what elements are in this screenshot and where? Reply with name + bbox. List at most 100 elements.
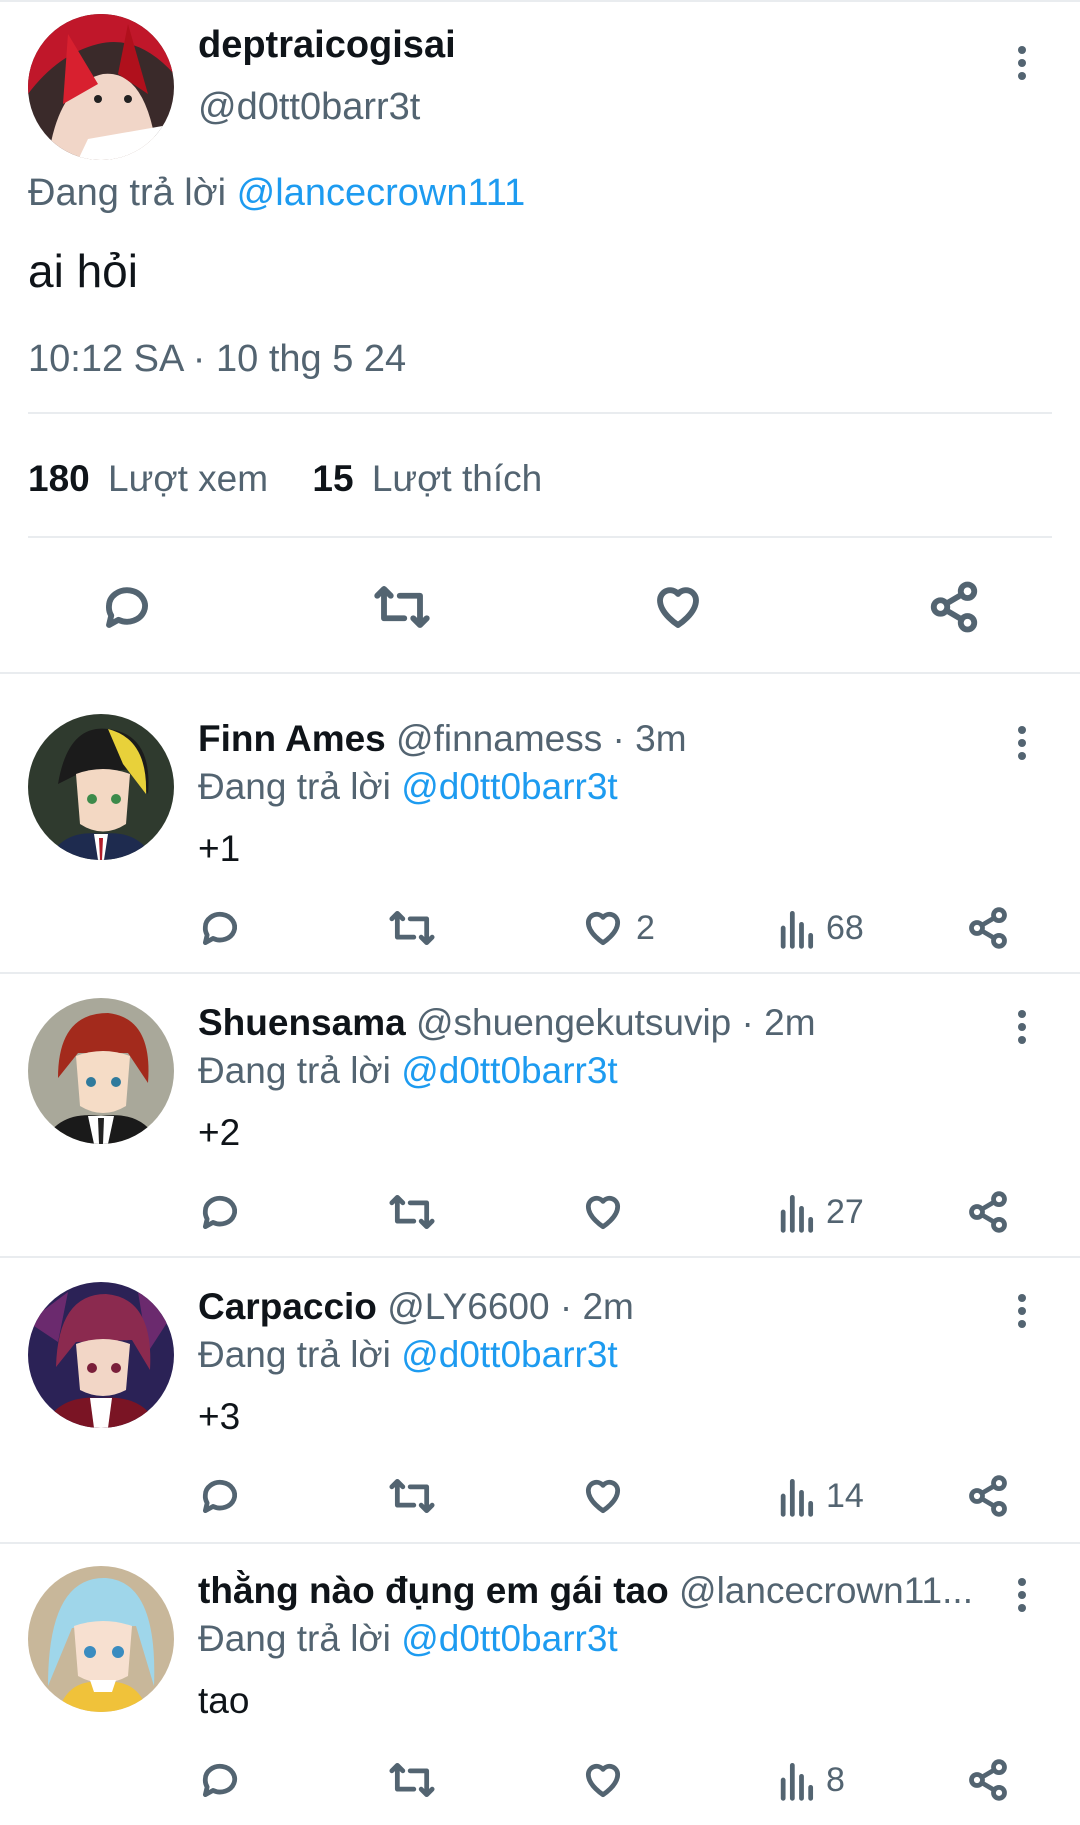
reply-text: +2 (198, 1112, 241, 1153)
avatar[interactable] (28, 1282, 174, 1428)
replying-to-link[interactable]: @d0tt0barr3t (401, 1618, 618, 1659)
reply-display-name[interactable]: Finn Ames (198, 718, 386, 759)
views-count: 180 (28, 458, 90, 499)
replying-prefix: Đang trả lời (198, 766, 391, 807)
reply-meta[interactable]: @shuengekutsuvip · 2m (416, 1002, 816, 1043)
divider (28, 412, 1052, 414)
like-button[interactable] (580, 1474, 626, 1518)
reply-header: thằng nào đụng em gái tao @lancecrown11.… (198, 1570, 988, 1612)
reply-meta[interactable]: @lancecrown11... (679, 1570, 973, 1611)
retweet-icon (389, 910, 435, 946)
divider (0, 1542, 1080, 1544)
share-icon (930, 581, 978, 633)
section-divider (0, 672, 1080, 674)
avatar[interactable] (28, 998, 174, 1144)
reply-icon (202, 911, 237, 946)
replying-prefix: Đang trả lời (198, 1334, 391, 1375)
reply-icon (106, 587, 148, 628)
like-icon (585, 1195, 621, 1230)
reply-meta[interactable]: @finnamess · 3m (396, 718, 686, 759)
replying-to-line: Đang trả lời @d0tt0barr3t (198, 1050, 618, 1092)
share-button[interactable] (966, 1758, 1010, 1802)
reply-text: tao (198, 1680, 250, 1721)
more-icon[interactable] (1012, 1006, 1032, 1046)
replying-prefix: Đang trả lời (198, 1050, 391, 1091)
reply-display-name[interactable]: thằng nào đụng em gái tao (198, 1570, 669, 1611)
retweet-button[interactable] (386, 1758, 438, 1802)
share-button[interactable] (926, 580, 982, 634)
reply-text: +1 (198, 828, 241, 869)
retweet-button[interactable] (386, 1474, 438, 1518)
retweet-button[interactable] (370, 580, 434, 634)
like-button[interactable] (580, 1758, 626, 1802)
replying-to-link[interactable]: @d0tt0barr3t (401, 1050, 618, 1091)
reply-display-name[interactable]: Carpaccio (198, 1286, 377, 1327)
more-icon[interactable] (1012, 1290, 1032, 1330)
retweet-icon (389, 1194, 435, 1230)
reply-button[interactable] (198, 1474, 242, 1518)
avatar[interactable] (28, 1566, 174, 1712)
likes-label[interactable]: Lượt thích (372, 458, 542, 499)
views-icon (780, 910, 814, 949)
tweet-timestamp[interactable]: 10:12 SA · 10 thg 5 24 (28, 338, 406, 381)
view-count: 14 (826, 1476, 864, 1515)
replying-to-line: Đang trả lời @d0tt0barr3t (198, 1334, 618, 1376)
avatar[interactable] (28, 714, 174, 860)
view-count: 27 (826, 1192, 864, 1231)
reply-icon (202, 1195, 237, 1230)
views-button[interactable]: 8 (776, 1758, 845, 1802)
reply-icon (202, 1479, 237, 1514)
more-icon[interactable] (1012, 722, 1032, 762)
retweet-button[interactable] (386, 1190, 438, 1234)
views-icon (780, 1762, 814, 1801)
like-icon (585, 911, 621, 946)
more-icon[interactable] (1012, 1574, 1032, 1614)
views-button[interactable]: 27 (776, 1190, 864, 1234)
likes-count[interactable]: 15 (312, 458, 353, 499)
retweet-button[interactable] (386, 906, 438, 950)
replying-prefix: Đang trả lời (198, 1618, 391, 1659)
replying-to-link[interactable]: @lancecrown111 (237, 172, 526, 214)
retweet-icon (389, 1762, 435, 1798)
author-avatar[interactable] (28, 14, 174, 160)
author-handle[interactable]: @d0tt0barr3t (198, 86, 420, 129)
reply-button[interactable] (100, 580, 154, 634)
reply-header: Carpaccio @LY6600 · 2m (198, 1286, 634, 1328)
retweet-icon (374, 586, 430, 628)
reply-header: Shuensama @shuengekutsuvip · 2m (198, 1002, 816, 1044)
views-button[interactable]: 14 (776, 1474, 864, 1518)
replying-to-link[interactable]: @d0tt0barr3t (401, 1334, 618, 1375)
author-display-name[interactable]: deptraicogisai (198, 24, 456, 67)
views-icon (780, 1194, 814, 1233)
share-button[interactable] (966, 906, 1010, 950)
replying-to-link[interactable]: @d0tt0barr3t (401, 766, 618, 807)
reply-display-name[interactable]: Shuensama (198, 1002, 406, 1043)
divider (0, 972, 1080, 974)
reply-icon (202, 1763, 237, 1798)
reply-button[interactable] (198, 906, 242, 950)
retweet-icon (389, 1478, 435, 1514)
tweet-text: ai hỏi (28, 245, 138, 297)
share-button[interactable] (966, 1190, 1010, 1234)
reply-button[interactable] (198, 1758, 242, 1802)
share-icon (969, 1759, 1007, 1801)
like-icon (585, 1763, 621, 1798)
reply-button[interactable] (198, 1190, 242, 1234)
more-icon[interactable] (1012, 42, 1032, 82)
share-icon (969, 1191, 1007, 1233)
divider (0, 1256, 1080, 1258)
view-count: 8 (826, 1760, 845, 1799)
like-count: 2 (636, 908, 655, 947)
replying-prefix: Đang trả lời (28, 172, 227, 214)
like-button[interactable]: 2 (580, 906, 655, 950)
like-button[interactable] (650, 580, 706, 634)
like-button[interactable] (580, 1190, 626, 1234)
share-button[interactable] (966, 1474, 1010, 1518)
like-icon (657, 587, 699, 628)
replying-to-line: Đang trả lời @d0tt0barr3t (198, 1618, 618, 1660)
views-button[interactable]: 68 (776, 906, 864, 950)
reply-meta[interactable]: @LY6600 · 2m (387, 1286, 634, 1327)
views-label: Lượt xem (108, 458, 269, 499)
view-count: 68 (826, 908, 864, 947)
divider (28, 536, 1052, 538)
